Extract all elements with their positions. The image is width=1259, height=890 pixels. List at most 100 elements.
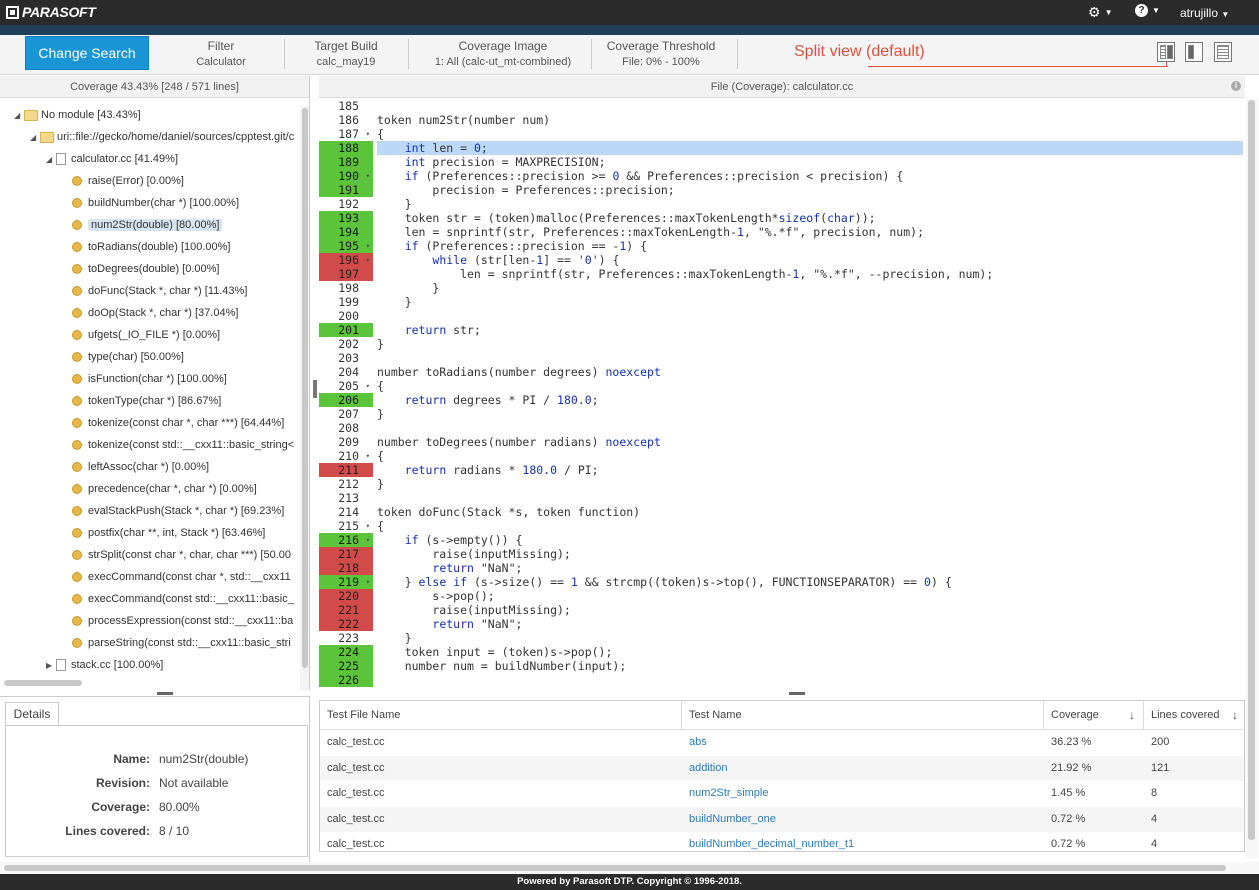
code-line[interactable]: 201 return str; bbox=[319, 323, 1245, 337]
code-line[interactable]: 214 token doFunc(Stack *s, token function… bbox=[319, 505, 1245, 519]
horizontal-scrollbar-thumb[interactable] bbox=[4, 865, 1226, 871]
tree-item[interactable]: postfix(char **, int, Stack *) [63.46%] bbox=[62, 522, 298, 544]
fold-icon[interactable]: ▾ bbox=[366, 253, 370, 267]
column-header-coverage[interactable]: Coverage ↓ bbox=[1044, 701, 1144, 729]
code-line[interactable]: 222 return "NaN"; bbox=[319, 617, 1245, 631]
tree-item[interactable]: doFunc(Stack *, char *) [11.43%] bbox=[62, 280, 298, 302]
user-menu[interactable]: atrujillo ▼ bbox=[1180, 6, 1229, 20]
coverage-threshold-group[interactable]: Coverage Threshold File: 0% - 100% bbox=[599, 39, 723, 68]
code-line[interactable]: 216 ▾ if (s->empty()) { bbox=[319, 533, 1245, 547]
tree-scrollbar-thumb[interactable] bbox=[302, 108, 308, 668]
tree-item[interactable]: ufgets(_IO_FILE *) [0.00%] bbox=[62, 324, 298, 346]
table-row[interactable]: calc_test.cc buildNumber_decimal_number_t… bbox=[320, 832, 1244, 851]
code-line[interactable]: 196 ▾ while (str[len-1] == '0') { bbox=[319, 253, 1245, 267]
test-name-link[interactable]: addition bbox=[682, 756, 1044, 781]
code-line[interactable]: 188 int len = 0; bbox=[319, 141, 1245, 155]
change-search-button[interactable]: Change Search bbox=[25, 36, 149, 70]
code-line[interactable]: 210 ▾ { bbox=[319, 449, 1245, 463]
tree-item[interactable]: type(char) [50.00%] bbox=[62, 346, 298, 368]
code-line[interactable]: 219 ▾ } else if (s->size() == 1 && strcmp… bbox=[319, 575, 1245, 589]
tree-item[interactable]: tokenize(const char *, char ***) [64.44%… bbox=[62, 412, 298, 434]
tree-item[interactable]: raise(Error) [0.00%] bbox=[62, 170, 298, 192]
info-icon[interactable]: i bbox=[1231, 81, 1241, 91]
table-row[interactable]: calc_test.cc addition 21.92 % 121 bbox=[320, 755, 1244, 781]
code-line[interactable]: 213 bbox=[319, 491, 1245, 505]
collapse-icon[interactable]: ◢ bbox=[30, 133, 40, 142]
tree-item[interactable]: num2Str(double) [80.00%] bbox=[62, 214, 298, 236]
code-line[interactable]: 212} bbox=[319, 477, 1245, 491]
tree-item[interactable]: doOp(Stack *, char *) [37.04%] bbox=[62, 302, 298, 324]
code-line[interactable]: 205 ▾ { bbox=[319, 379, 1245, 393]
code-line[interactable]: 189 int precision = MAXPRECISION; bbox=[319, 155, 1245, 169]
tree-item[interactable]: ◢ uri::file://gecko/home/daniel/sources/c… bbox=[30, 126, 298, 148]
help-menu[interactable]: ? ▼ bbox=[1135, 4, 1160, 17]
tree-item[interactable]: execCommand(const std::__cxx11::basic_ bbox=[62, 588, 298, 610]
split-view-button[interactable] bbox=[1157, 42, 1175, 62]
tree-item[interactable]: ▶ stack.cc [100.00%] bbox=[46, 654, 298, 676]
collapse-icon[interactable]: ◢ bbox=[46, 155, 56, 164]
pane-resize-handle[interactable] bbox=[157, 692, 173, 695]
test-name-link[interactable]: buildNumber_decimal_number_t1 bbox=[682, 832, 1044, 851]
code-line[interactable]: 193 token str = (token)malloc(Preference… bbox=[319, 211, 1245, 225]
code-line[interactable]: 211 return radians * 180.0 / PI; bbox=[319, 463, 1245, 477]
code-line[interactable]: 223 } bbox=[319, 631, 1245, 645]
tree-item[interactable]: execCommand(const char *, std::__cxx11 bbox=[62, 566, 298, 588]
fold-icon[interactable]: ▾ bbox=[366, 449, 370, 463]
column-header-lines-covered[interactable]: Lines covered ↓ bbox=[1144, 701, 1244, 729]
code-line[interactable]: 203 bbox=[319, 351, 1245, 365]
tree-item[interactable]: buildNumber(char *) [100.00%] bbox=[62, 192, 298, 214]
column-header-test-name[interactable]: Test Name bbox=[682, 701, 1044, 729]
code-line[interactable]: 191 precision = Preferences::precision; bbox=[319, 183, 1245, 197]
code-line[interactable]: 204 number toRadians(number degrees) noex… bbox=[319, 365, 1245, 379]
table-row[interactable]: calc_test.cc abs 36.23 % 200 bbox=[320, 730, 1244, 755]
filter-group[interactable]: Filter Calculator bbox=[171, 39, 271, 68]
fold-icon[interactable]: ▾ bbox=[366, 127, 370, 141]
collapse-icon[interactable]: ◢ bbox=[14, 111, 24, 120]
settings-menu[interactable]: ⚙ ▼ bbox=[1088, 4, 1112, 21]
tree-item[interactable]: toRadians(double) [100.00%] bbox=[62, 236, 298, 258]
code-line[interactable]: 200 bbox=[319, 309, 1245, 323]
code-line[interactable]: 206 return degrees * PI / 180.0; bbox=[319, 393, 1245, 407]
tree-item[interactable]: ◢ calculator.cc [41.49%] bbox=[46, 148, 298, 170]
code-line[interactable]: 187 ▾ { bbox=[319, 127, 1245, 141]
expand-icon[interactable]: ▶ bbox=[46, 661, 56, 670]
tab-details[interactable]: Details bbox=[5, 702, 59, 726]
code-line[interactable]: 209 number toDegrees(number radians) noex… bbox=[319, 435, 1245, 449]
code-line[interactable]: 198 } bbox=[319, 281, 1245, 295]
tree-item[interactable]: parseString(const std::__cxx11::basic_st… bbox=[62, 632, 298, 654]
tree-item[interactable]: tokenType(char *) [86.67%] bbox=[62, 390, 298, 412]
fold-icon[interactable]: ▾ bbox=[366, 239, 370, 253]
code-line[interactable]: 218 return "NaN"; bbox=[319, 561, 1245, 575]
fold-icon[interactable]: ▾ bbox=[366, 169, 370, 183]
test-name-link[interactable]: buildNumber_one bbox=[682, 807, 1044, 832]
fold-icon[interactable]: ▾ bbox=[366, 575, 370, 589]
code-line[interactable]: 190 ▾ if (Preferences::precision >= 0 && … bbox=[319, 169, 1245, 183]
table-row[interactable]: calc_test.cc buildNumber_one 0.72 % 4 bbox=[320, 806, 1244, 832]
tree-item[interactable]: toDegrees(double) [0.00%] bbox=[62, 258, 298, 280]
code-line[interactable]: 224 token input = (token)s->pop(); bbox=[319, 645, 1245, 659]
tree-item[interactable]: processExpression(const std::__cxx11::ba bbox=[62, 610, 298, 632]
tree-item[interactable]: leftAssoc(char *) [0.00%] bbox=[62, 456, 298, 478]
tree-item[interactable]: precedence(char *, char *) [0.00%] bbox=[62, 478, 298, 500]
page-scrollbar-thumb[interactable] bbox=[1248, 100, 1255, 840]
tree-item[interactable]: strSplit(const char *, char, char ***) [… bbox=[62, 544, 298, 566]
tree-item[interactable]: evalStackPush(Stack *, char *) [69.23%] bbox=[62, 500, 298, 522]
code-only-view-button[interactable] bbox=[1214, 42, 1232, 62]
code-line[interactable]: 197 len = snprintf(str, Preferences::max… bbox=[319, 267, 1245, 281]
code-line[interactable]: 192 } bbox=[319, 197, 1245, 211]
fold-icon[interactable]: ▾ bbox=[366, 519, 370, 533]
target-build-group[interactable]: Target Build calc_may19 bbox=[296, 39, 396, 68]
tree-only-view-button[interactable] bbox=[1185, 42, 1203, 62]
column-header-test-file[interactable]: Test File Name bbox=[320, 701, 682, 729]
coverage-image-group[interactable]: Coverage Image 1: All (calc-ut_mt-combine… bbox=[420, 39, 586, 68]
code-line[interactable]: 220 s->pop(); bbox=[319, 589, 1245, 603]
code-line[interactable]: 195 ▾ if (Preferences::precision == -1) { bbox=[319, 239, 1245, 253]
code-line[interactable]: 199 } bbox=[319, 295, 1245, 309]
pane-resize-handle[interactable] bbox=[313, 380, 317, 398]
pane-resize-handle[interactable] bbox=[789, 692, 805, 695]
code-line[interactable]: 226 bbox=[319, 673, 1245, 687]
code-viewer[interactable]: 185 186 token num2Str(number num) 187 ▾ {188 … bbox=[319, 98, 1245, 690]
code-line[interactable]: 217 raise(inputMissing); bbox=[319, 547, 1245, 561]
code-line[interactable]: 221 raise(inputMissing); bbox=[319, 603, 1245, 617]
code-line[interactable]: 215 ▾ { bbox=[319, 519, 1245, 533]
